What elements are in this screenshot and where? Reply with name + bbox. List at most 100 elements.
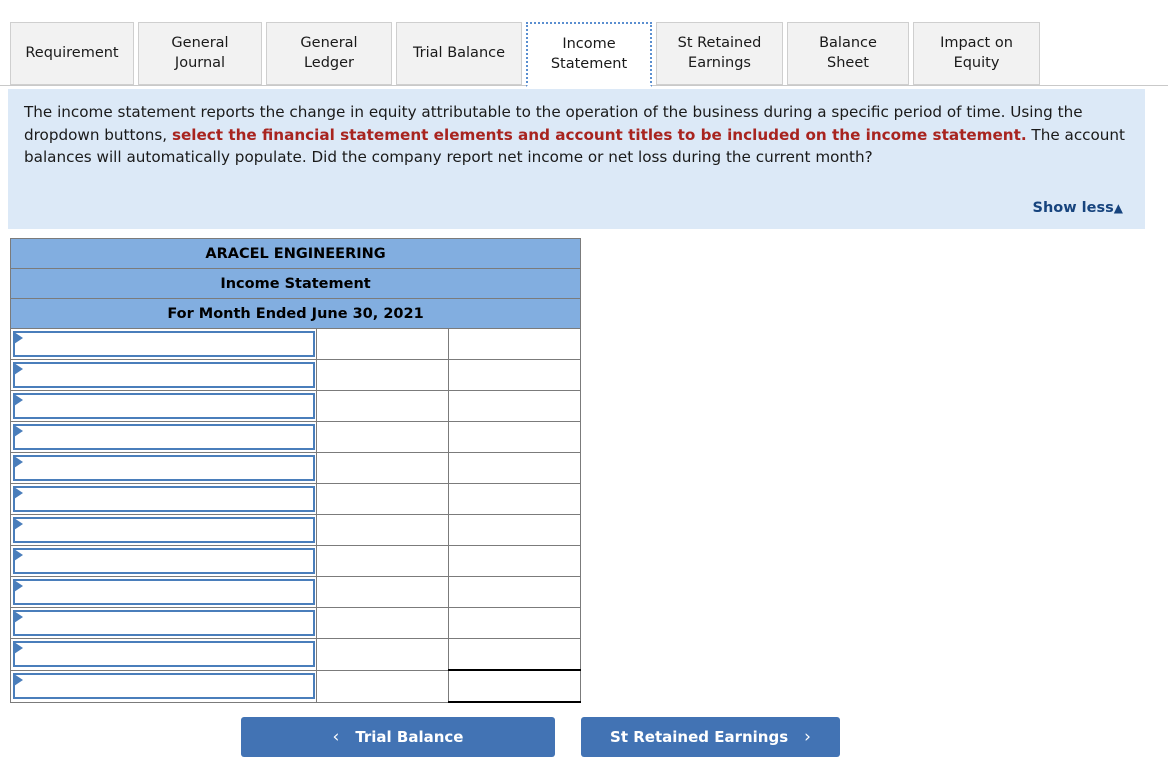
dropdown-arrow-icon [14,642,23,655]
account-dropdown-7[interactable] [13,517,315,543]
account-title-cell [10,514,317,546]
dropdown-arrow-icon [14,518,23,530]
amount-cell-2-total[interactable] [447,669,582,703]
amount-cell-2[interactable] [447,545,582,577]
amount-cell-2[interactable] [447,514,582,546]
account-title-cell [10,328,317,360]
table-row [10,452,582,484]
account-title-cell [10,421,317,453]
amount-cell-2[interactable] [447,390,582,422]
amount-cell-1[interactable] [316,576,449,608]
amount-cell-2[interactable] [447,607,582,639]
table-row [10,669,582,703]
account-dropdown-12[interactable] [13,673,315,699]
tab-impact-on-equity[interactable]: Impact on Equity [913,22,1040,85]
tab-general-ledger[interactable]: General Ledger [266,22,392,85]
account-title-cell [10,576,317,608]
account-dropdown-10[interactable] [13,610,315,636]
instruction-panel: The income statement reports the change … [8,89,1145,229]
amount-cell-2[interactable] [447,483,582,515]
show-less-label: Show less [1032,199,1114,216]
dropdown-arrow-icon [14,456,23,468]
amount-cell-1[interactable] [316,514,449,546]
amount-cell-1[interactable] [316,328,449,360]
account-dropdown-6[interactable] [13,486,315,512]
tab-general-journal[interactable]: General Journal [138,22,262,85]
amount-cell-1[interactable] [316,669,449,703]
amount-cell-2[interactable] [447,421,582,453]
account-dropdown-1[interactable] [13,331,315,357]
amount-cell-2[interactable] [447,328,582,360]
dropdown-arrow-icon [14,611,23,623]
account-dropdown-9[interactable] [13,579,315,605]
account-dropdown-4[interactable] [13,424,315,450]
account-title-cell [10,483,317,515]
table-row [10,545,582,577]
dropdown-arrow-icon [14,425,23,437]
amount-cell-1[interactable] [316,638,449,671]
account-title-cell [10,359,317,391]
statement-header-period: For Month Ended June 30, 2021 [9,298,582,329]
table-row [10,328,582,360]
dropdown-arrow-icon [14,363,23,375]
account-title-cell [10,452,317,484]
statement-title-cell: Income Statement [9,268,582,299]
tab-st-retained-earnings[interactable]: St Retained Earnings [656,22,783,85]
account-title-cell [10,390,317,422]
statement-period-cell: For Month Ended June 30, 2021 [9,298,582,329]
account-title-cell [10,607,317,639]
amount-cell-2[interactable] [447,359,582,391]
amount-cell-1[interactable] [316,452,449,484]
next-st-retained-earnings-button[interactable]: St Retained Earnings › [581,717,840,757]
tab-trial-balance[interactable]: Trial Balance [396,22,522,85]
account-title-cell [10,669,317,703]
table-row [10,607,582,639]
dropdown-arrow-icon [14,394,23,406]
amount-cell-1[interactable] [316,421,449,453]
dropdown-arrow-icon [14,487,23,499]
account-dropdown-5[interactable] [13,455,315,481]
amount-cell-1[interactable] [316,545,449,577]
amount-cell-1[interactable] [316,483,449,515]
amount-cell-2[interactable] [447,452,582,484]
statement-header-title: Income Statement [9,268,582,299]
table-row [10,576,582,608]
tab-income-statement[interactable]: Income Statement [526,22,652,87]
account-dropdown-3[interactable] [13,393,315,419]
amount-cell-1[interactable] [316,607,449,639]
instruction-text-highlight: select the financial statement elements … [171,125,1027,144]
dropdown-arrow-icon [14,674,23,686]
income-statement-table: ARACEL ENGINEERING Income Statement For … [9,238,582,703]
show-less-toggle[interactable]: Show less▲ [1033,198,1123,219]
table-row [10,359,582,391]
prev-button-label: Trial Balance [355,728,464,746]
dropdown-arrow-icon [14,580,23,592]
dropdown-arrow-icon [14,332,23,344]
account-title-cell [10,545,317,577]
amount-cell-1[interactable] [316,390,449,422]
account-dropdown-8[interactable] [13,548,315,574]
next-button-label: St Retained Earnings [610,728,789,746]
statement-header-company: ARACEL ENGINEERING [9,238,582,269]
table-row [10,514,582,546]
company-name-cell: ARACEL ENGINEERING [9,238,582,269]
tab-requirement[interactable]: Requirement [10,22,134,85]
chevron-left-icon: ‹ [332,727,340,747]
table-row [10,390,582,422]
caret-up-icon: ▲ [1113,200,1123,215]
account-dropdown-2[interactable] [13,362,315,388]
amount-cell-2[interactable] [447,576,582,608]
table-row [10,483,582,515]
prev-trial-balance-button[interactable]: ‹ Trial Balance [241,717,555,757]
tab-bar: Requirement General Journal General Ledger… [0,0,1168,87]
chevron-right-icon: › [804,727,811,747]
account-title-cell [10,638,317,671]
account-dropdown-11[interactable] [13,641,315,668]
table-row [10,421,582,453]
page-root: Requirement General Journal General Ledger… [0,0,1168,778]
amount-cell-1[interactable] [316,359,449,391]
amount-cell-2[interactable] [447,638,582,671]
tab-balance-sheet[interactable]: Balance Sheet [787,22,909,85]
table-row [10,638,582,671]
dropdown-arrow-icon [14,549,23,561]
